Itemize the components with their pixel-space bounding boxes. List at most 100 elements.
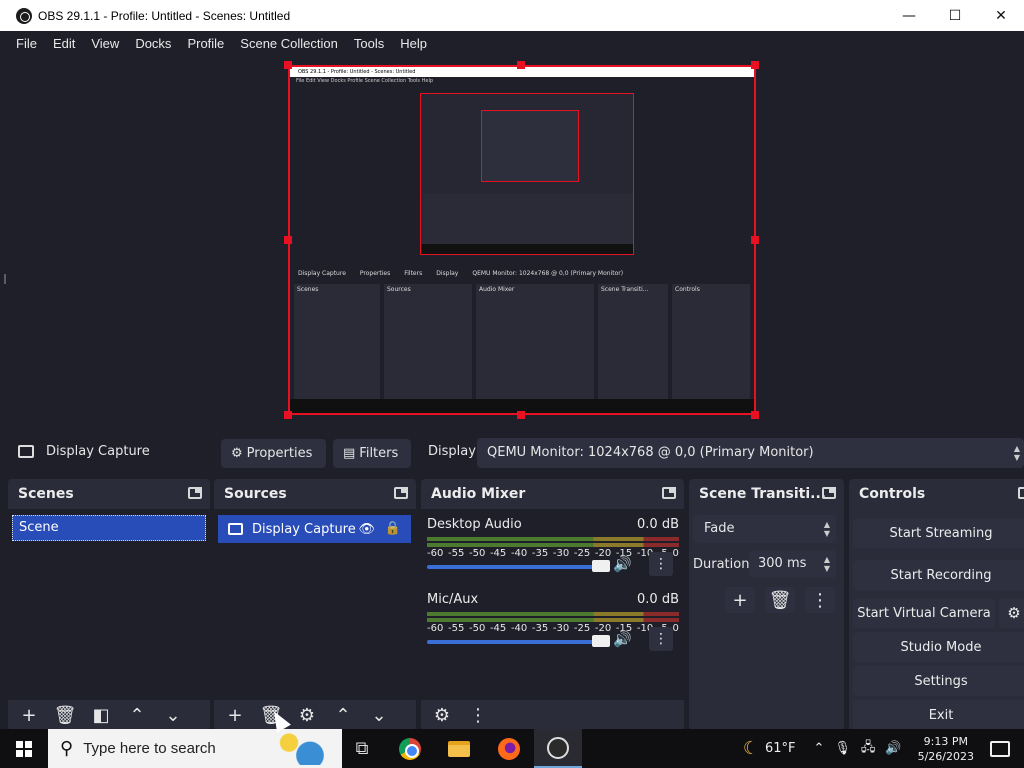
filters-button[interactable]: ▤ Filters <box>333 439 411 468</box>
volume-slider-thumb[interactable] <box>592 635 610 647</box>
clock[interactable]: 9:13 PM 5/26/2023 <box>918 734 974 764</box>
trash-icon[interactable]: 🗑 <box>52 703 78 727</box>
resize-handle-br[interactable] <box>751 411 759 419</box>
maximize-button[interactable]: ☐ <box>932 0 978 31</box>
taskbar-firefox[interactable] <box>485 729 533 768</box>
chevron-up-icon[interactable]: ⌃ <box>813 741 824 756</box>
move-down-icon[interactable]: ⌄ <box>160 703 186 727</box>
resize-handle-tr[interactable] <box>751 61 759 69</box>
filter-icon[interactable]: ◧ <box>88 703 114 727</box>
lock-icon[interactable]: 🔒 <box>385 521 401 536</box>
start-streaming-button[interactable]: Start Streaming <box>853 518 1024 548</box>
menu-profile[interactable]: Profile <box>179 36 232 51</box>
display-select-value: QEMU Monitor: 1024x768 @ 0,0 (Primary Mo… <box>487 445 814 460</box>
nested-ctx-display: Display <box>436 269 459 277</box>
taskbar-obs[interactable] <box>534 729 582 768</box>
volume-slider[interactable] <box>427 640 602 644</box>
volume-icon[interactable]: 🔊 <box>885 741 901 756</box>
menu-file[interactable]: File <box>8 36 45 51</box>
resize-handle-t[interactable] <box>517 61 525 69</box>
spinner-arrows-icon[interactable]: ▲ ▼ <box>824 555 830 573</box>
eye-icon[interactable]: 👁 <box>358 522 375 537</box>
undock-icon[interactable] <box>188 487 202 499</box>
transition-select[interactable]: Fade ▲ ▼ <box>693 515 836 543</box>
notification-icon[interactable] <box>990 740 1010 757</box>
add-icon[interactable]: + <box>16 703 42 727</box>
tick-label: -45 <box>489 623 507 634</box>
taskbar-file-explorer[interactable] <box>435 729 483 768</box>
undock-icon[interactable] <box>394 487 408 499</box>
transitions-title: Scene Transiti... <box>699 486 827 502</box>
preview-area[interactable]: OBS 29.1.1 - Profile: Untitled - Scenes:… <box>0 56 1024 430</box>
menu-edit[interactable]: Edit <box>45 36 83 51</box>
tick-label: -30 <box>552 623 570 634</box>
properties-button[interactable]: ⚙ Properties <box>221 439 326 468</box>
studio-mode-button[interactable]: Studio Mode <box>853 632 1024 662</box>
preview-splitter[interactable] <box>4 274 6 284</box>
taskbar-search[interactable]: ⚲ Type here to search <box>48 729 342 768</box>
undock-icon[interactable] <box>1018 487 1024 499</box>
volume-slider-thumb[interactable] <box>592 560 610 572</box>
task-view-icon[interactable]: ⧉ <box>338 729 386 768</box>
resize-handle-l[interactable] <box>284 236 292 244</box>
menu-help[interactable]: Help <box>392 36 435 51</box>
start-virtual-camera-button[interactable]: Start Virtual Camera <box>853 598 995 628</box>
nested-ctx-properties: Properties <box>359 269 391 277</box>
close-button[interactable]: ✕ <box>978 0 1024 31</box>
start-recording-button[interactable]: Start Recording <box>853 560 1024 590</box>
advanced-audio-gear-icon[interactable]: ⚙ <box>429 703 455 727</box>
selected-source-label: Display Capture <box>46 444 150 459</box>
network-icon[interactable]: 🖧 <box>861 738 876 760</box>
microphone-icon[interactable]: 🎙 <box>834 741 851 756</box>
menu-tools[interactable]: Tools <box>346 36 392 51</box>
resize-handle-b[interactable] <box>517 411 525 419</box>
tick-label: -50 <box>468 623 486 634</box>
move-down-icon[interactable]: ⌄ <box>366 703 392 727</box>
list-item[interactable]: Display Capture 👁 🔒 <box>218 515 411 543</box>
gear-icon[interactable]: ⚙ <box>294 703 320 727</box>
resize-handle-tl[interactable] <box>284 61 292 69</box>
menu-docks[interactable]: Docks <box>127 36 179 51</box>
move-up-icon[interactable]: ⌃ <box>124 703 150 727</box>
obs-window: OBS 29.1.1 - Profile: Untitled - Scenes:… <box>0 0 1024 768</box>
undock-icon[interactable] <box>662 487 676 499</box>
minimize-button[interactable]: — <box>886 0 932 31</box>
firefox-icon <box>498 737 520 760</box>
resize-handle-bl[interactable] <box>284 411 292 419</box>
scenes-list: Scene <box>8 509 210 700</box>
trash-icon[interactable]: 🗑 <box>765 587 795 613</box>
more-options-icon[interactable]: ⋮ <box>805 587 835 613</box>
windows-taskbar: ⚲ Type here to search ⧉ ☾ 61°F ⌃ 🎙 🖧 🔊 9… <box>0 729 1024 768</box>
audio-channel-mic: Mic/Aux 0.0 dB -60 -55 -50 -45 -40 -35 -… <box>427 592 679 662</box>
weather-moon-icon[interactable]: ☾ <box>743 738 759 759</box>
tick-label: -55 <box>447 623 465 634</box>
start-button[interactable] <box>0 729 48 768</box>
list-item[interactable]: Scene <box>12 515 206 541</box>
search-highlight-image <box>268 733 338 765</box>
nested-dock-audio: Audio Mixer <box>476 284 594 402</box>
settings-button[interactable]: Settings <box>853 666 1024 696</box>
speaker-icon[interactable]: 🔊 <box>613 555 632 573</box>
menu-scene-collection[interactable]: Scene Collection <box>232 36 346 51</box>
speaker-icon[interactable]: 🔊 <box>613 630 632 648</box>
resize-handle-r[interactable] <box>751 236 759 244</box>
exit-button[interactable]: Exit <box>853 700 1024 730</box>
add-icon[interactable]: + <box>725 587 755 613</box>
weather-temp[interactable]: 61°F <box>765 741 796 756</box>
undock-icon[interactable] <box>822 487 836 499</box>
more-options-icon[interactable]: ⋮ <box>649 552 673 576</box>
move-up-icon[interactable]: ⌃ <box>330 703 356 727</box>
menu-view[interactable]: View <box>83 36 127 51</box>
taskbar-chrome[interactable] <box>386 729 434 768</box>
volume-slider[interactable] <box>427 565 602 569</box>
window-title: OBS 29.1.1 - Profile: Untitled - Scenes:… <box>38 8 291 23</box>
menu-bar: File Edit View Docks Profile Scene Colle… <box>0 31 1024 56</box>
controls-header: Controls <box>849 479 1024 509</box>
more-options-icon[interactable]: ⋮ <box>649 627 673 651</box>
preview-source-selection[interactable]: OBS 29.1.1 - Profile: Untitled - Scenes:… <box>288 65 756 415</box>
more-options-icon[interactable]: ⋮ <box>465 703 491 727</box>
virtual-camera-settings-gear-icon[interactable]: ⚙ <box>999 598 1024 628</box>
display-select[interactable]: QEMU Monitor: 1024x768 @ 0,0 (Primary Mo… <box>477 438 1024 468</box>
add-icon[interactable]: + <box>222 703 248 727</box>
duration-stepper[interactable]: 300 ms ▲ ▼ <box>749 550 836 578</box>
